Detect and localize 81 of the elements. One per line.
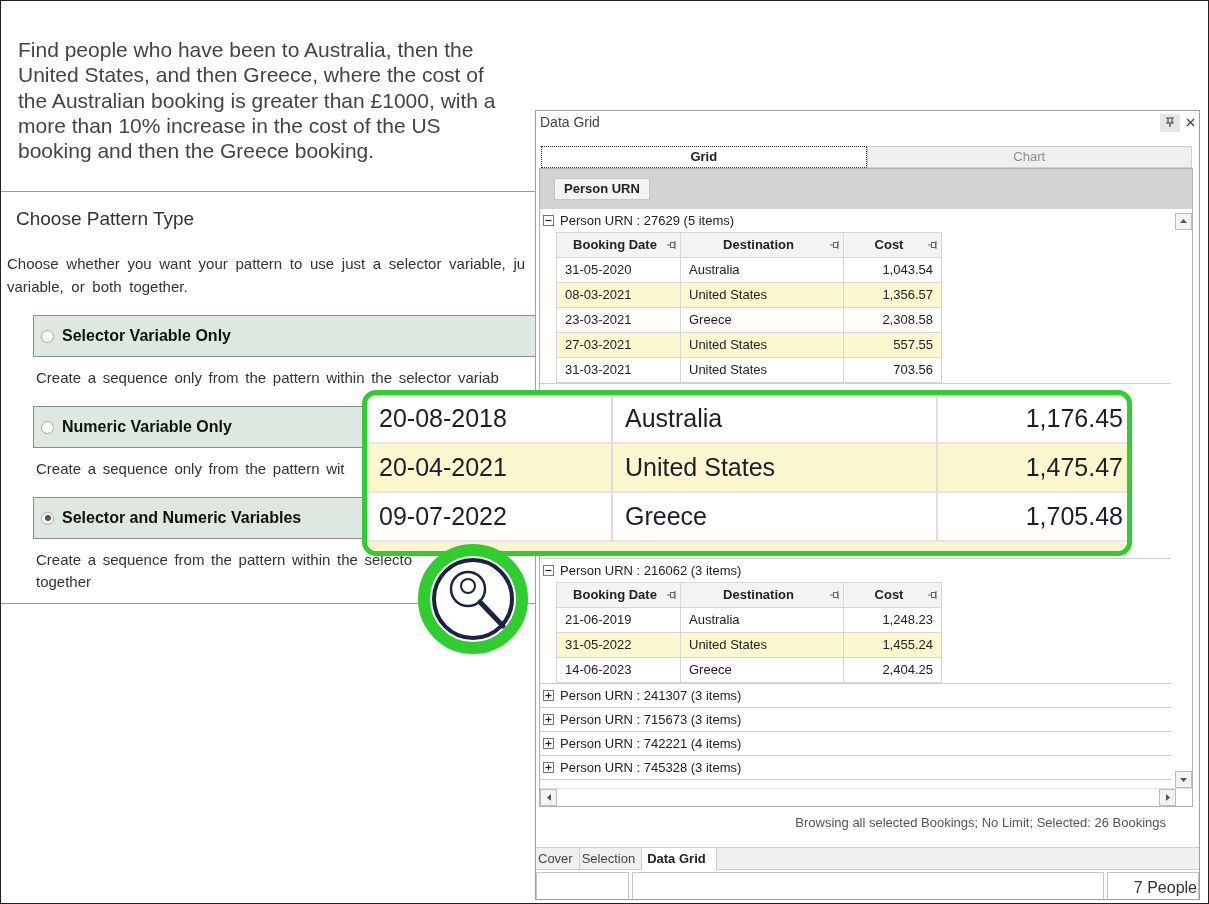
- table-cell: United States: [613, 444, 938, 493]
- window-title: Data Grid: [540, 113, 600, 133]
- pushpin-icon: [1165, 117, 1175, 129]
- table-cell: 1,356.57: [844, 282, 942, 308]
- radio-button[interactable]: [41, 512, 54, 525]
- pin-icon: [667, 240, 676, 249]
- column-header[interactable]: Cost: [844, 232, 942, 258]
- column-header[interactable]: Booking Date: [557, 582, 681, 608]
- table-cell: United States: [681, 357, 844, 383]
- status-bar-pane: 7 People: [1107, 872, 1199, 899]
- scroll-down-button[interactable]: [1175, 771, 1192, 789]
- instruction-text: Find people who have been to Australia, then the United States, and then Greece, where the cost of the Australian booking is greater than £1000, with a more than 10% increase in the cost of the US booking and then the Greece booking.: [18, 37, 497, 164]
- radio-option[interactable]: Selector and Numeric Variables: [33, 497, 362, 540]
- pin-icon: [667, 590, 676, 599]
- triangle-left-icon: [546, 794, 551, 802]
- triangle-right-icon: [1165, 794, 1170, 802]
- radio-option[interactable]: Numeric Variable Only: [33, 406, 362, 449]
- column-header[interactable]: Cost: [844, 582, 942, 608]
- group-header: Person URN : 715673 (3 items): [560, 710, 742, 729]
- option-description: Create a sequence only from the pattern wit: [36, 459, 345, 480]
- table-cell: 1,475.47: [938, 444, 1127, 493]
- sheet-tab[interactable]: Cover: [536, 848, 580, 870]
- table-cell: 2,404.25: [844, 657, 942, 683]
- table-cell: 703.56: [844, 357, 942, 383]
- group-header: Person URN : 27629 (5 items): [560, 211, 735, 230]
- expand-icon[interactable]: [543, 689, 554, 701]
- collapse-icon[interactable]: [543, 214, 554, 226]
- collapse-icon[interactable]: [543, 564, 554, 576]
- sheet-tab[interactable]: Data Grid: [642, 848, 717, 870]
- triangle-up-icon: [1180, 219, 1187, 224]
- status-text: Browsing all selected Bookings; No Limit; Selected: 26 Bookings: [795, 815, 1166, 831]
- scroll-up-button[interactable]: [1175, 212, 1192, 230]
- table-cell: 1,043.54: [844, 257, 942, 283]
- expand-icon[interactable]: [543, 713, 554, 725]
- table-cell: 08-03-2021: [557, 282, 681, 308]
- group-header: Person URN : 745328 (3 items): [560, 758, 742, 777]
- panel-title: Choose Pattern Type: [16, 207, 195, 232]
- table-cell: 557.55: [844, 332, 942, 358]
- radio-button[interactable]: [41, 421, 54, 434]
- radio-button[interactable]: [41, 330, 54, 343]
- pin-icon: [928, 590, 937, 599]
- table-cell: United States: [681, 282, 844, 308]
- radio-option[interactable]: Selector Variable Only: [33, 315, 535, 358]
- table-cell: Australia: [681, 257, 844, 283]
- group-header: Person URN : 742221 (4 items): [560, 734, 742, 753]
- table-cell: 20-04-2021: [367, 444, 613, 493]
- group-by-button[interactable]: Person URN: [554, 177, 650, 200]
- scroll-right-button[interactable]: [1159, 789, 1176, 807]
- table-cell: 31-03-2021: [557, 357, 681, 383]
- pin-button[interactable]: [1160, 113, 1180, 132]
- group-header: Person URN : 216062 (3 items): [560, 561, 742, 580]
- table-cell: United States: [681, 632, 844, 658]
- table-cell: 23-03-2021: [557, 307, 681, 333]
- expand-icon[interactable]: [543, 761, 554, 773]
- table-cell: 21-06-2019: [557, 607, 681, 633]
- table-cell: Greece: [681, 307, 844, 333]
- pin-icon: [830, 590, 839, 599]
- column-header[interactable]: Booking Date: [557, 232, 681, 258]
- table-cell: 2,308.58: [844, 307, 942, 333]
- option-description: Create a sequence only from the pattern within the selector variab: [36, 368, 499, 389]
- option-description: Create a sequence from the pattern within the selecto together: [36, 550, 413, 593]
- group-header: Person URN : 241307 (3 items): [560, 686, 742, 705]
- table-cell: 1,248.23: [844, 607, 942, 633]
- panel-description: Choose whether you want your pattern to use just a selector variable, ju variable, or both together.: [7, 254, 526, 298]
- close-button[interactable]: [1186, 118, 1195, 128]
- pin-icon: [928, 240, 937, 249]
- expand-icon[interactable]: [543, 737, 554, 749]
- column-header[interactable]: Destination: [681, 232, 844, 258]
- table-cell: Australia: [681, 607, 844, 633]
- table-cell: 27-03-2021: [557, 332, 681, 358]
- table-cell: 31-05-2022: [557, 632, 681, 658]
- pin-icon: [830, 240, 839, 249]
- triangle-down-icon: [1180, 777, 1187, 782]
- scroll-left-button[interactable]: [540, 789, 557, 807]
- table-cell: 1,455.24: [844, 632, 942, 658]
- table-cell: United States: [681, 332, 844, 358]
- table-cell: 14-06-2023: [557, 657, 681, 683]
- table-cell: Greece: [681, 657, 844, 683]
- view-tab[interactable]: Grid: [541, 145, 867, 168]
- table-cell: 31-05-2020: [557, 257, 681, 283]
- column-header[interactable]: Destination: [681, 582, 844, 608]
